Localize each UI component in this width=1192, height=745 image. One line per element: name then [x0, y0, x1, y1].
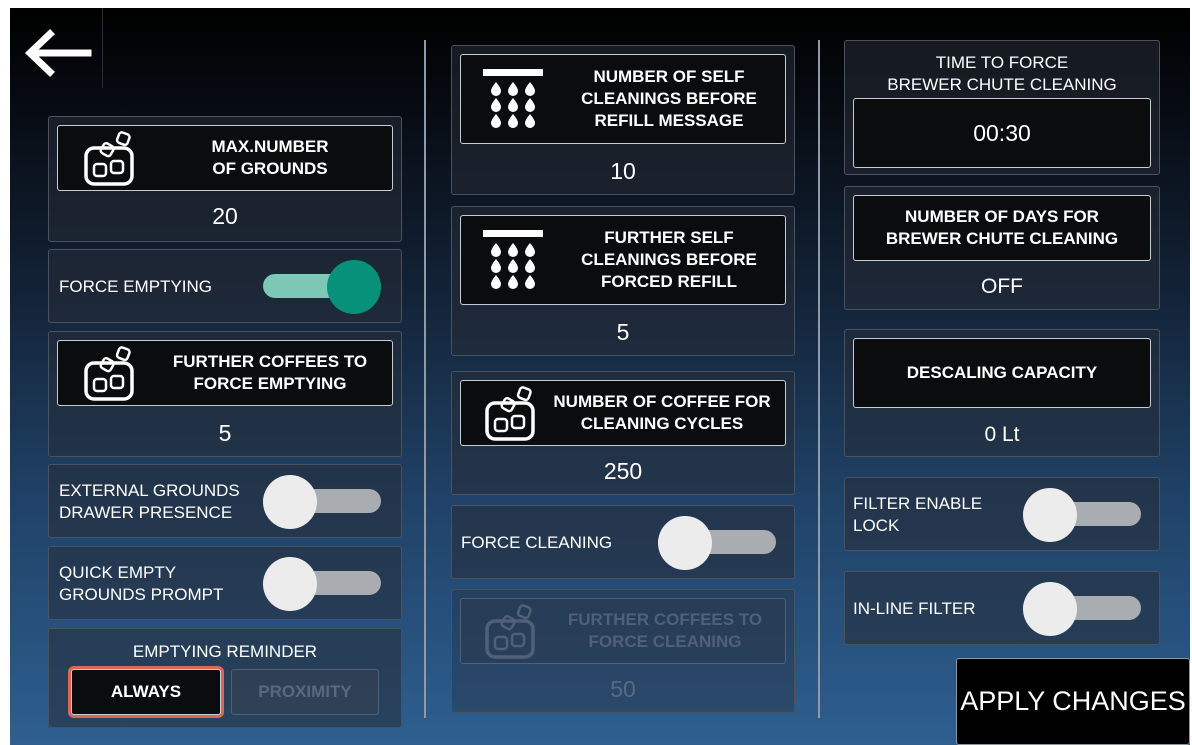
max-grounds-value: 20 — [212, 203, 238, 229]
max-grounds-label: MAX.NUMBER OF GROUNDS — [211, 137, 329, 178]
quick-empty-panel: QUICK EMPTY GROUNDS PROMPT — [48, 546, 402, 620]
filter-enable-lock-panel: FILTER ENABLE LOCK — [844, 477, 1160, 551]
force-cleaning-panel: FORCE CLEANING — [451, 505, 795, 579]
further-self-cleanings-button[interactable]: FURTHER SELF CLEANINGS BEFORE FORCED REF… — [460, 215, 786, 305]
time-force-brewer-panel: TIME TO FORCE BREWER CHUTE CLEANING 00:3… — [844, 40, 1160, 175]
coffee-cleaning-cycles-value: 250 — [603, 458, 643, 484]
toggle-knob — [1023, 488, 1077, 542]
descaling-value: 0 Lt — [984, 423, 1020, 446]
toggle-knob — [327, 260, 381, 314]
further-coffees-cleaning-button: FURTHER COFFEES TO FORCE CLEANING — [460, 598, 786, 664]
column-divider — [818, 40, 820, 718]
force-cleaning-toggle[interactable] — [658, 516, 776, 570]
further-coffees-emptying-button[interactable]: FURTHER COFFEES TO FORCE EMPTYING — [57, 340, 393, 406]
apply-changes-button[interactable]: APPLY CHANGES — [956, 658, 1190, 745]
max-grounds-button[interactable]: MAX.NUMBER OF GROUNDS — [57, 125, 393, 191]
back-button[interactable] — [12, 8, 104, 96]
further-self-cleanings-panel: FURTHER SELF CLEANINGS BEFORE FORCED REF… — [451, 206, 795, 356]
self-cleanings-refill-button[interactable]: NUMBER OF SELF CLEANINGS BEFORE REFILL M… — [460, 54, 786, 144]
grounds-container-icon — [84, 131, 134, 186]
external-grounds-drawer-toggle[interactable] — [263, 475, 381, 529]
self-cleanings-refill-panel: NUMBER OF SELF CLEANINGS BEFORE REFILL M… — [451, 45, 795, 195]
reminder-option-always[interactable]: ALWAYS — [71, 669, 221, 715]
column-divider — [424, 40, 426, 718]
further-self-cleanings-label: FURTHER SELF CLEANINGS BEFORE FORCED REF… — [581, 228, 757, 291]
shower-drops-icon — [483, 69, 543, 128]
coffee-cleaning-cycles-label: NUMBER OF COFFEE FOR CLEANING CYCLES — [553, 392, 771, 433]
quick-empty-label: QUICK EMPTY GROUNDS PROMPT — [59, 563, 224, 604]
days-brewer-label: NUMBER OF DAYS FOR BREWER CHUTE CLEANING — [885, 207, 1119, 248]
force-emptying-label: FORCE EMPTYING — [59, 277, 213, 296]
force-cleaning-label: FORCE CLEANING — [461, 533, 613, 552]
toggle-knob — [1023, 582, 1077, 636]
further-self-cleanings-value: 5 — [616, 319, 630, 345]
descaling-panel: DESCALING CAPACITY 0 Lt — [844, 329, 1160, 457]
force-emptying-toggle[interactable] — [263, 260, 381, 314]
external-grounds-drawer-label: EXTERNAL GROUNDS DRAWER PRESENCE — [59, 481, 240, 522]
descaling-button[interactable]: DESCALING CAPACITY — [853, 338, 1151, 408]
further-coffees-emptying-value: 5 — [218, 420, 232, 446]
inline-filter-panel: IN-LINE FILTER — [844, 571, 1160, 645]
grounds-container-icon — [84, 346, 134, 401]
toggle-knob — [658, 516, 712, 570]
max-grounds-panel: MAX.NUMBER OF GROUNDS 20 — [48, 116, 402, 242]
self-cleanings-refill-label: NUMBER OF SELF CLEANINGS BEFORE REFILL M… — [581, 67, 757, 130]
grounds-container-icon — [485, 386, 535, 441]
inline-filter-label: IN-LINE FILTER — [853, 599, 976, 618]
filter-enable-lock-toggle[interactable] — [1023, 488, 1141, 542]
settings-screen: MAX.NUMBER OF GROUNDS 20 FORCE EMPTYING … — [10, 8, 1190, 745]
further-coffees-cleaning-label: FURTHER COFFEES TO FORCE CLEANING — [567, 610, 763, 651]
further-coffees-emptying-label: FURTHER COFFEES TO FORCE EMPTYING — [172, 352, 368, 393]
external-grounds-drawer-panel: EXTERNAL GROUNDS DRAWER PRESENCE — [48, 464, 402, 538]
emptying-reminder-title: EMPTYING REMINDER — [132, 642, 318, 661]
descaling-label: DESCALING CAPACITY — [906, 363, 1098, 382]
shower-drops-icon — [483, 230, 543, 289]
days-brewer-button[interactable]: NUMBER OF DAYS FOR BREWER CHUTE CLEANING — [853, 195, 1151, 261]
further-coffees-cleaning-value: 50 — [610, 676, 636, 702]
quick-empty-toggle[interactable] — [263, 557, 381, 611]
coffee-cleaning-cycles-panel: NUMBER OF COFFEE FOR CLEANING CYCLES 250 — [451, 371, 795, 495]
days-brewer-value: OFF — [981, 275, 1023, 298]
filter-enable-lock-label: FILTER ENABLE LOCK — [853, 494, 983, 535]
toggle-knob — [263, 475, 317, 529]
arrow-left-icon — [24, 29, 92, 77]
self-cleanings-refill-value: 10 — [610, 158, 636, 184]
further-coffees-emptying-panel: FURTHER COFFEES TO FORCE EMPTYING 5 — [48, 331, 402, 457]
further-coffees-cleaning-panel: FURTHER COFFEES TO FORCE CLEANING 50 — [451, 589, 795, 713]
force-emptying-panel: FORCE EMPTYING — [48, 249, 402, 323]
grounds-container-icon — [485, 604, 535, 659]
reminder-option-proximity[interactable]: PROXIMITY — [231, 669, 379, 715]
coffee-cleaning-cycles-button[interactable]: NUMBER OF COFFEE FOR CLEANING CYCLES — [460, 380, 786, 446]
back-divider — [102, 8, 103, 88]
days-brewer-panel: NUMBER OF DAYS FOR BREWER CHUTE CLEANING… — [844, 186, 1160, 310]
emptying-reminder-panel: EMPTYING REMINDER ALWAYS PROXIMITY — [48, 628, 402, 728]
time-force-brewer-value: 00:30 — [973, 119, 1031, 146]
time-force-brewer-title: TIME TO FORCE BREWER CHUTE CLEANING — [887, 53, 1117, 94]
time-force-brewer-field[interactable]: 00:30 — [853, 98, 1151, 168]
toggle-knob — [263, 557, 317, 611]
inline-filter-toggle[interactable] — [1023, 582, 1141, 636]
